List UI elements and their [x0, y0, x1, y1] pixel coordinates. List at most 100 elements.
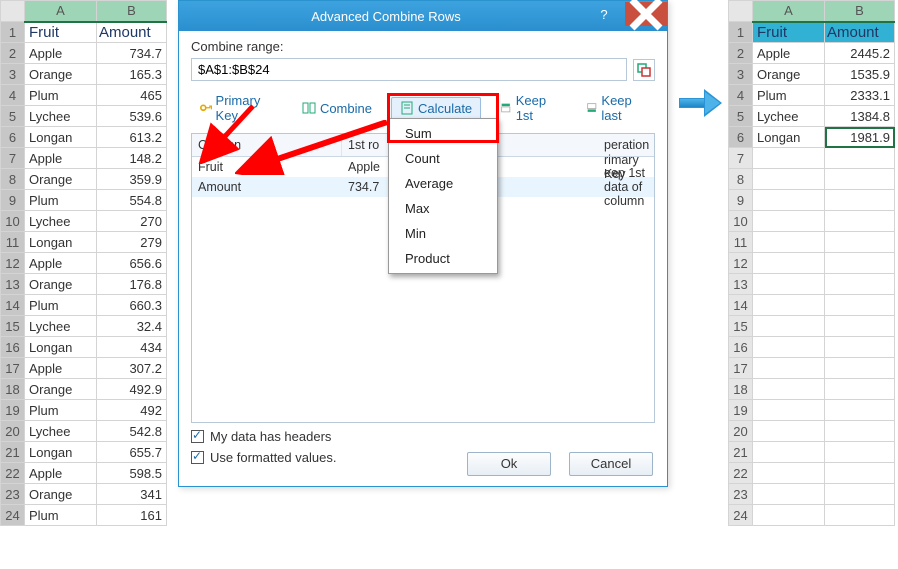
combine-button[interactable]: Combine [293, 97, 381, 120]
cell[interactable] [825, 190, 895, 211]
row-header[interactable]: 7 [1, 148, 25, 169]
column-header-a[interactable]: A [25, 1, 97, 22]
column-header-a[interactable]: A [753, 1, 825, 22]
row-header[interactable]: 16 [729, 337, 753, 358]
row-header[interactable]: 17 [729, 358, 753, 379]
cell[interactable] [825, 463, 895, 484]
row-header[interactable]: 6 [1, 127, 25, 148]
column-header-b[interactable]: B [97, 1, 167, 22]
cell[interactable]: Apple [753, 43, 825, 64]
row-header[interactable]: 10 [1, 211, 25, 232]
cancel-button[interactable]: Cancel [569, 452, 653, 476]
header-cell-amount[interactable]: Amount [97, 22, 167, 43]
row-header[interactable]: 13 [1, 274, 25, 295]
cell[interactable]: Longan [753, 127, 825, 148]
cell[interactable]: Plum [25, 295, 97, 316]
cell[interactable] [753, 316, 825, 337]
cell[interactable]: 554.8 [97, 190, 167, 211]
row-header[interactable]: 8 [1, 169, 25, 190]
cell[interactable]: Lychee [25, 316, 97, 337]
cell[interactable] [753, 190, 825, 211]
row-header[interactable]: 20 [1, 421, 25, 442]
cell[interactable] [753, 211, 825, 232]
cell[interactable]: 465 [97, 85, 167, 106]
cell[interactable]: Apple [25, 43, 97, 64]
header-cell-amount[interactable]: Amount [825, 22, 895, 43]
row-header[interactable]: 3 [729, 64, 753, 85]
cell[interactable]: 176.8 [97, 274, 167, 295]
cell[interactable]: Lychee [25, 106, 97, 127]
row-header[interactable]: 2 [729, 43, 753, 64]
cell[interactable] [825, 358, 895, 379]
dropdown-item-average[interactable]: Average [389, 171, 497, 196]
cell[interactable]: Apple [25, 253, 97, 274]
row-header[interactable]: 8 [729, 169, 753, 190]
cell[interactable]: 655.7 [97, 442, 167, 463]
row-header[interactable]: 3 [1, 64, 25, 85]
cell[interactable]: 542.8 [97, 421, 167, 442]
cell[interactable]: Longan [25, 127, 97, 148]
cell[interactable]: 32.4 [97, 316, 167, 337]
row-header[interactable]: 11 [1, 232, 25, 253]
cell[interactable]: 161 [97, 505, 167, 526]
cell[interactable]: 2445.2 [825, 43, 895, 64]
row-header[interactable]: 24 [729, 505, 753, 526]
row-header[interactable]: 5 [729, 106, 753, 127]
dropdown-item-count[interactable]: Count [389, 146, 497, 171]
cell[interactable]: 270 [97, 211, 167, 232]
cell[interactable] [825, 400, 895, 421]
cell[interactable]: 613.2 [97, 127, 167, 148]
checkbox-icon[interactable] [191, 451, 204, 464]
cell[interactable]: Orange [25, 484, 97, 505]
row-header[interactable]: 11 [729, 232, 753, 253]
ok-button[interactable]: Ok [467, 452, 551, 476]
cell[interactable]: 656.6 [97, 253, 167, 274]
cell[interactable]: Plum [25, 400, 97, 421]
cell[interactable] [825, 253, 895, 274]
cell[interactable]: 434 [97, 337, 167, 358]
checkbox-icon[interactable] [191, 430, 204, 443]
row-header[interactable]: 1 [1, 22, 25, 43]
row-header[interactable]: 21 [729, 442, 753, 463]
header-cell-fruit[interactable]: Fruit [25, 22, 97, 43]
primary-key-button[interactable]: Primary Key [191, 89, 283, 127]
cell[interactable]: Apple [25, 358, 97, 379]
cell[interactable]: Orange [25, 274, 97, 295]
cell[interactable] [753, 148, 825, 169]
cell[interactable]: 598.5 [97, 463, 167, 484]
row-header[interactable]: 17 [1, 358, 25, 379]
cell[interactable] [753, 253, 825, 274]
row-header[interactable]: 20 [729, 421, 753, 442]
calculate-button[interactable]: Calculate [391, 97, 481, 120]
column-header-b[interactable]: B [825, 1, 895, 22]
cell[interactable]: Longan [25, 442, 97, 463]
cell[interactable]: 492 [97, 400, 167, 421]
cell[interactable]: Orange [25, 379, 97, 400]
select-all-corner[interactable] [729, 1, 753, 22]
cell[interactable]: 492.9 [97, 379, 167, 400]
cell[interactable] [825, 232, 895, 253]
header-cell-fruit[interactable]: Fruit [753, 22, 825, 43]
cell[interactable] [825, 148, 895, 169]
cell[interactable]: 1535.9 [825, 64, 895, 85]
cell[interactable]: Plum [25, 505, 97, 526]
cell[interactable] [753, 442, 825, 463]
row-header[interactable]: 21 [1, 442, 25, 463]
row-header[interactable]: 4 [729, 85, 753, 106]
row-header[interactable]: 15 [729, 316, 753, 337]
cell[interactable]: 1384.8 [825, 106, 895, 127]
row-header[interactable]: 19 [1, 400, 25, 421]
check-has-headers[interactable]: My data has headers [191, 429, 655, 444]
dropdown-item-min[interactable]: Min [389, 221, 497, 246]
row-header[interactable]: 9 [1, 190, 25, 211]
cell[interactable]: Orange [25, 64, 97, 85]
cell[interactable]: Plum [25, 190, 97, 211]
cell[interactable]: Lychee [25, 421, 97, 442]
range-picker-button[interactable] [633, 59, 655, 81]
cell[interactable]: 539.6 [97, 106, 167, 127]
help-button[interactable]: ? [583, 2, 625, 26]
cell[interactable] [825, 211, 895, 232]
keep-last-button[interactable]: Keep last [577, 89, 655, 127]
cell[interactable]: 165.3 [97, 64, 167, 85]
row-header[interactable]: 6 [729, 127, 753, 148]
